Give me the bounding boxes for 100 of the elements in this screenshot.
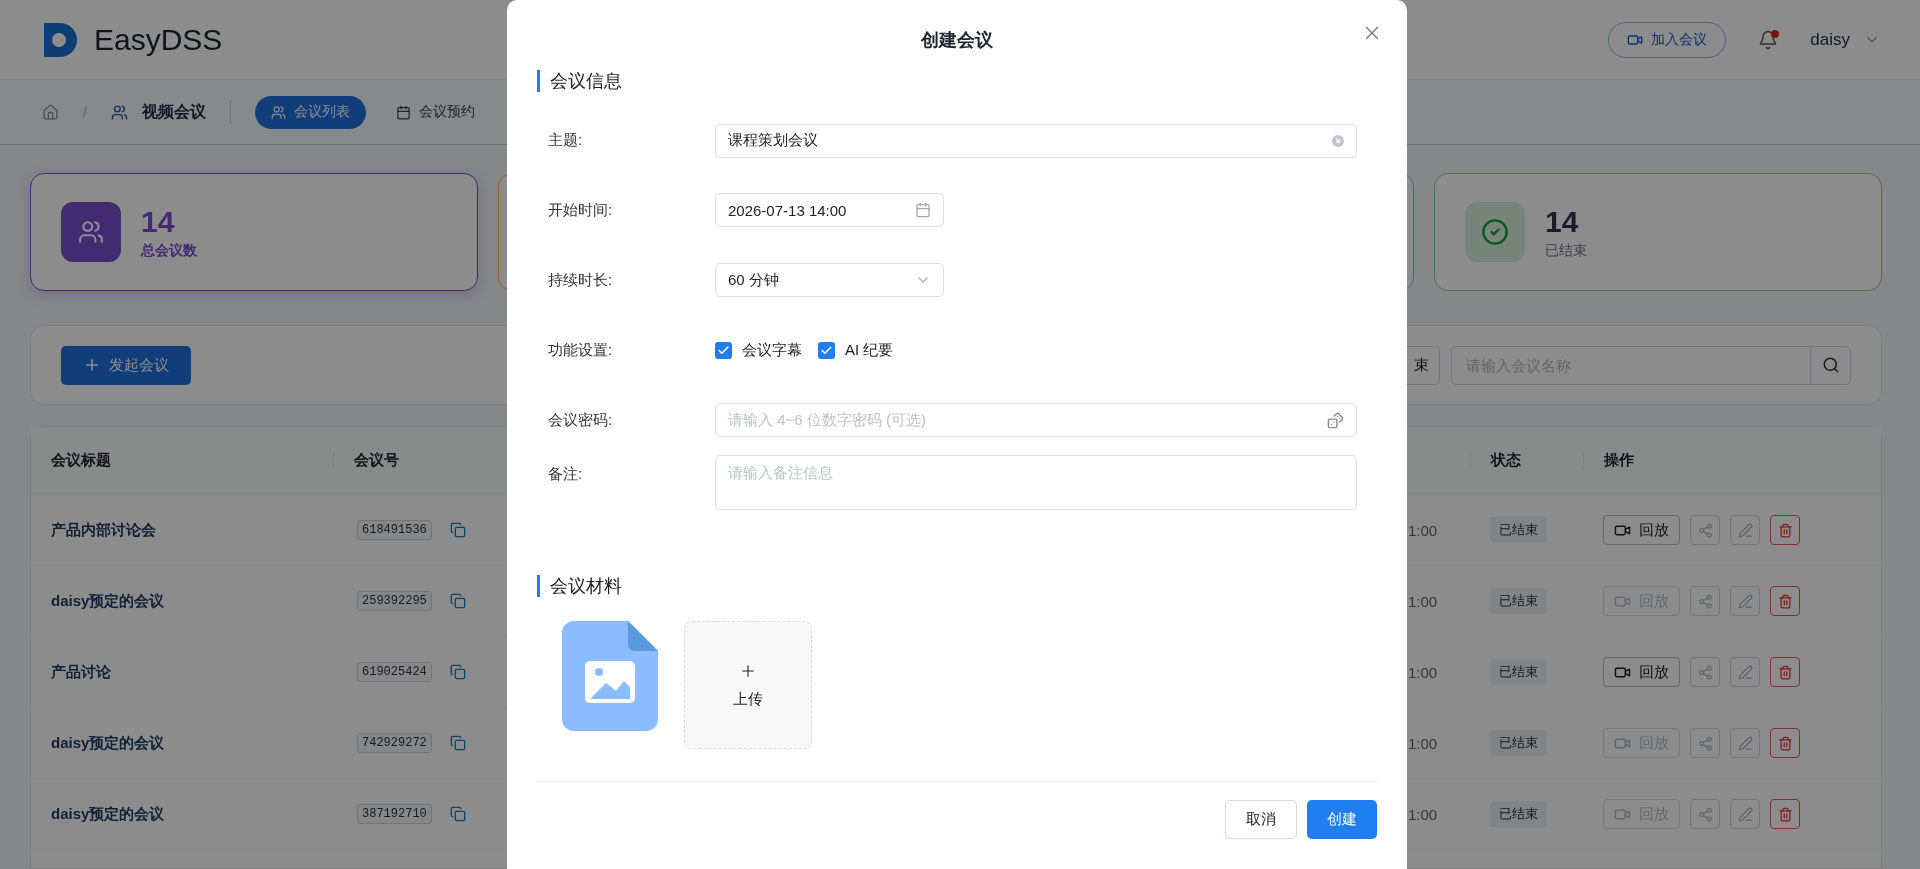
status-tag: 已结束 [1490,659,1547,685]
meeting-title: daisy预定的会议 [51,804,165,824]
meeting-title: 产品讨论 [51,662,111,682]
breadcrumb-separator: / [83,104,87,120]
checkbox-label: 会议字幕 [742,340,802,360]
stat-value: 14 [141,204,176,238]
section-title: 视频会议 [141,101,206,122]
date-field[interactable]: 2026-07-13 14:00 [715,193,944,227]
status-tag: 已结束 [1490,730,1547,756]
edit-button[interactable] [1730,586,1760,616]
stat-label: 总会议数 [141,241,197,260]
copy-icon[interactable] [449,593,466,609]
status-tag: 已结束 [1490,801,1547,827]
delete-button[interactable] [1770,728,1800,758]
meeting-code: 619025424 [357,662,432,682]
create-button[interactable]: 创建 [1307,800,1377,839]
trash-icon [1777,664,1793,680]
share-button[interactable] [1690,799,1720,829]
dialog-title: 创建会议 [921,29,993,52]
trash-icon [1777,806,1793,822]
edit-button[interactable] [1730,728,1760,758]
meeting-code: 259392295 [357,591,432,611]
upload-button[interactable]: 上传 [684,621,812,749]
pencil-icon [1737,664,1753,680]
copy-icon[interactable] [449,806,466,822]
field-label: 主题: [547,131,584,150]
join-meeting-button[interactable]: 加入会议 [1608,21,1727,58]
copy-icon[interactable] [449,735,466,751]
duration-select[interactable]: 60 分钟 [715,263,944,297]
edit-button[interactable] [1730,799,1760,829]
pencil-icon [1737,806,1753,822]
user-name[interactable]: daisy [1810,29,1850,50]
nav-tab[interactable]: 会议预约 [379,95,491,129]
topic-field[interactable]: 课程策划会议 [715,123,1357,158]
stat-card[interactable]: 14 总会议数 [30,173,478,291]
field-label: 开始时间: [547,200,614,220]
time-text: 1:00 [1408,592,1438,610]
nav-tab[interactable]: 会议列表 [254,95,366,129]
delete-button[interactable] [1770,799,1800,829]
share-button[interactable] [1690,515,1720,545]
replay-button[interactable]: 回放 [1603,657,1680,687]
edit-button[interactable] [1730,515,1760,545]
trash-icon [1777,522,1793,538]
delete-button[interactable] [1770,515,1800,545]
share-icon [1697,664,1713,680]
pencil-icon [1737,735,1753,751]
clear-icon[interactable] [1332,134,1344,147]
share-button[interactable] [1690,657,1720,687]
column-header: 会议标题 [50,451,112,470]
meeting-title: daisy预定的会议 [51,591,165,611]
app-name: EasyDSS [94,22,223,57]
share-button[interactable] [1690,586,1720,616]
status-tag: 已结束 [1490,588,1547,614]
field-label: 持续时长: [547,270,614,290]
time-text: 1:00 [1408,521,1438,539]
share-button[interactable] [1690,728,1720,758]
share-icon [1697,522,1713,538]
status-tag: 已结束 [1490,517,1547,543]
column-header: 操作 [1583,451,1881,470]
pencil-icon [1737,593,1753,609]
check-circle-icon [1481,218,1509,246]
checkbox-label: AI 纪要 [845,340,894,360]
section-heading: 会议信息 [537,70,1377,92]
logo-icon [42,20,78,59]
image-file-icon[interactable] [562,621,658,731]
bell-icon[interactable] [1758,29,1779,50]
users-icon [78,219,104,245]
replay-button[interactable]: 回放 [1603,515,1680,545]
delete-button[interactable] [1770,586,1800,616]
meeting-code: 387192710 [357,804,432,824]
home-icon[interactable] [42,103,59,121]
delete-button[interactable] [1770,657,1800,687]
plus-icon [83,356,101,374]
stat-card[interactable]: 14 已结束 [1434,173,1882,291]
trash-icon [1777,735,1793,751]
users-icon [110,103,128,121]
time-text: 1:00 [1408,805,1438,823]
calendar-icon [395,104,411,120]
meeting-title: daisy预定的会议 [51,733,165,753]
share-icon [1697,593,1713,609]
time-text: 1:00 [1408,663,1438,681]
stat-value: 14 [1545,204,1580,238]
stat-label: 已结束 [1545,241,1587,260]
search-button[interactable] [1811,345,1851,385]
cancel-button[interactable]: 取消 [1225,800,1297,839]
share-icon [1697,735,1713,751]
edit-button[interactable] [1730,657,1760,687]
copy-icon[interactable] [449,664,466,680]
section-heading: 会议材料 [537,575,1377,597]
trash-icon [1777,593,1793,609]
checkbox[interactable] [818,341,835,359]
copy-icon[interactable] [449,522,466,538]
field-label: 会议密码: [547,410,614,430]
meeting-title: 产品内部讨论会 [51,520,156,540]
column-header: 状态 [1470,451,1583,470]
users-icon [270,104,286,120]
checkbox[interactable] [715,341,732,359]
dice-icon[interactable] [1327,411,1344,429]
meeting-code: 742929272 [357,733,432,753]
new-meeting-button[interactable]: 发起会议 [61,345,191,385]
